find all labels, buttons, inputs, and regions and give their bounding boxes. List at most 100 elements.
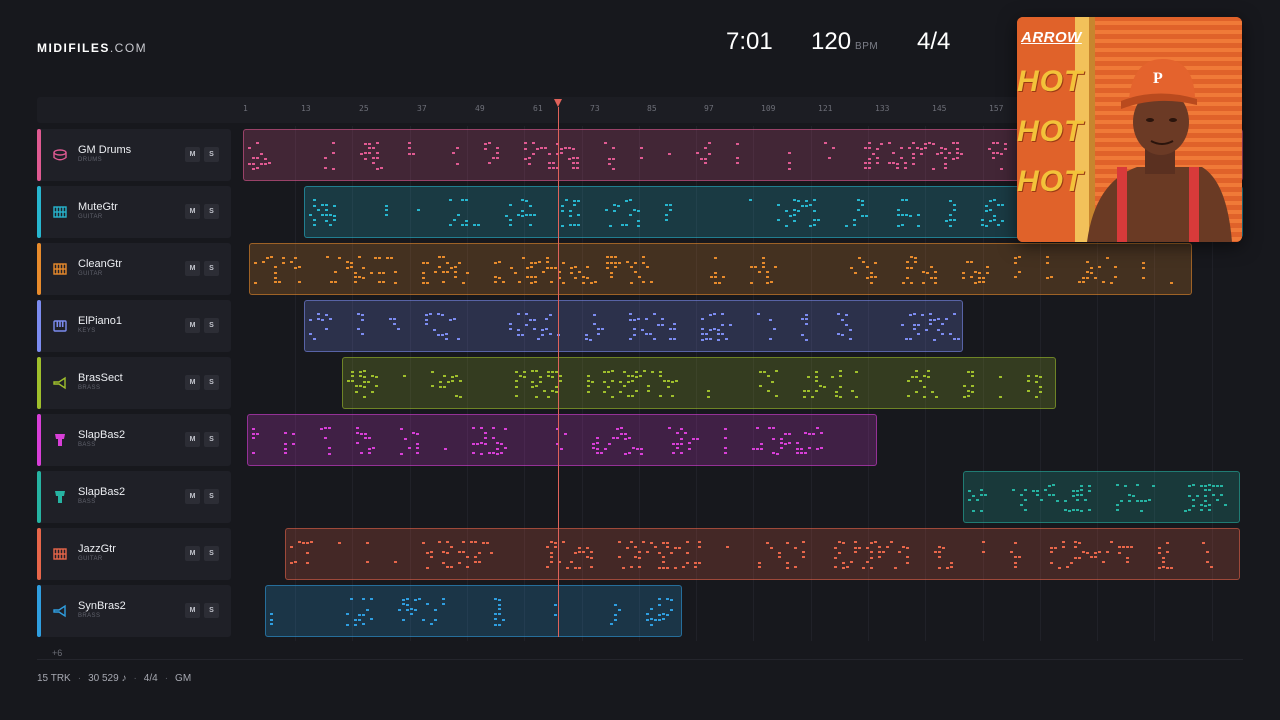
track-color-stripe bbox=[37, 129, 41, 181]
album-artist: ARROW bbox=[1021, 29, 1082, 46]
ruler-tick-label: 109 bbox=[761, 104, 776, 113]
track-count: 15 TRK bbox=[37, 673, 71, 684]
clip-notes bbox=[309, 313, 960, 341]
track-color-stripe bbox=[37, 300, 41, 352]
track-category: BRASS bbox=[78, 385, 101, 391]
midi-clip[interactable] bbox=[265, 585, 682, 637]
ruler-tick-label: 121 bbox=[818, 104, 833, 113]
clip-notes bbox=[968, 484, 1227, 512]
song-time-signature: 4/4 bbox=[917, 28, 951, 55]
bass-amp-icon bbox=[53, 490, 67, 504]
mute-button[interactable]: M bbox=[185, 546, 200, 561]
track-header[interactable]: ElPiano1 KEYS M S bbox=[37, 300, 231, 352]
ruler-tick-label: 13 bbox=[301, 104, 311, 113]
ruler-tick-label: 85 bbox=[647, 104, 657, 113]
solo-button[interactable]: S bbox=[204, 603, 219, 618]
song-duration: 7:01 bbox=[726, 28, 773, 55]
track-color-stripe bbox=[37, 471, 41, 523]
note-count: 30 529 ♪ bbox=[88, 673, 127, 684]
playhead[interactable] bbox=[558, 107, 559, 637]
track-header[interactable]: CleanGtr GUITAR M S bbox=[37, 243, 231, 295]
track-name: CleanGtr bbox=[78, 258, 123, 270]
track-category: BASS bbox=[78, 499, 96, 505]
track-name: BrasSect bbox=[78, 372, 123, 384]
solo-button[interactable]: S bbox=[204, 489, 219, 504]
clip-notes bbox=[252, 427, 823, 455]
clip-notes bbox=[347, 370, 1042, 398]
track-name: ElPiano1 bbox=[78, 315, 123, 327]
solo-button[interactable]: S bbox=[204, 147, 219, 162]
mute-button[interactable]: M bbox=[185, 147, 200, 162]
midi-clip[interactable] bbox=[249, 243, 1192, 295]
svg-text:P: P bbox=[1153, 70, 1163, 87]
clip-notes bbox=[254, 256, 1173, 284]
footer-divider bbox=[37, 659, 1243, 660]
drum-icon bbox=[53, 148, 67, 162]
solo-button[interactable]: S bbox=[204, 546, 219, 561]
track-header[interactable]: JazzGtr GUITAR M S bbox=[37, 528, 231, 580]
track-category: GUITAR bbox=[78, 271, 103, 277]
track-name: SynBras2 bbox=[78, 600, 126, 612]
mute-button[interactable]: M bbox=[185, 489, 200, 504]
track-category: BASS bbox=[78, 442, 96, 448]
guitar-fretboard-icon bbox=[53, 262, 67, 276]
mute-button[interactable]: M bbox=[185, 261, 200, 276]
midi-clip[interactable] bbox=[342, 357, 1056, 409]
ruler-tick-label: 37 bbox=[417, 104, 427, 113]
solo-button[interactable]: S bbox=[204, 204, 219, 219]
solo-button[interactable]: S bbox=[204, 432, 219, 447]
midi-clip[interactable] bbox=[304, 300, 963, 352]
track-color-stripe bbox=[37, 585, 41, 637]
mute-button[interactable]: M bbox=[185, 318, 200, 333]
track-color-stripe bbox=[37, 528, 41, 580]
site-logo[interactable]: MIDIFILES.COM bbox=[37, 41, 147, 55]
track-category: KEYS bbox=[78, 328, 96, 334]
track-name: SlapBas2 bbox=[78, 486, 126, 498]
track-name: JazzGtr bbox=[78, 543, 116, 555]
track-color-stripe bbox=[37, 357, 41, 409]
ruler-tick-label: 157 bbox=[989, 104, 1004, 113]
album-title-line-3: HOT bbox=[1017, 165, 1084, 198]
song-summary: 15 TRK · 30 529 ♪ · 4/4 · GM bbox=[37, 673, 192, 684]
track-header[interactable]: BrasSect BRASS M S bbox=[37, 357, 231, 409]
guitar-fretboard-icon bbox=[53, 547, 67, 561]
album-title-line-1: HOT bbox=[1017, 65, 1084, 98]
track-color-stripe bbox=[37, 414, 41, 466]
ruler-tick-label: 145 bbox=[932, 104, 947, 113]
solo-button[interactable]: S bbox=[204, 261, 219, 276]
midi-clip[interactable] bbox=[963, 471, 1240, 523]
track-header[interactable]: SlapBas2 BASS M S bbox=[37, 471, 231, 523]
tempo-unit: BPM bbox=[855, 41, 879, 52]
horn-icon bbox=[53, 604, 67, 618]
mute-button[interactable]: M bbox=[185, 375, 200, 390]
solo-button[interactable]: S bbox=[204, 318, 219, 333]
track-category: BRASS bbox=[78, 613, 101, 619]
ruler-tick-label: 61 bbox=[533, 104, 543, 113]
midi-standard: GM bbox=[175, 673, 192, 684]
bass-amp-icon bbox=[53, 433, 67, 447]
track-header[interactable]: SlapBas2 BASS M S bbox=[37, 414, 231, 466]
piano-keys-icon bbox=[53, 319, 67, 333]
logo-brand: MIDIFILES bbox=[37, 41, 110, 55]
ruler-tick-label: 49 bbox=[475, 104, 485, 113]
playhead-handle[interactable] bbox=[554, 99, 562, 107]
mute-button[interactable]: M bbox=[185, 603, 200, 618]
ruler-tick-label: 97 bbox=[704, 104, 714, 113]
clip-notes bbox=[270, 598, 673, 626]
mute-button[interactable]: M bbox=[185, 432, 200, 447]
horn-icon bbox=[53, 376, 67, 390]
track-color-stripe bbox=[37, 243, 41, 295]
mute-button[interactable]: M bbox=[185, 204, 200, 219]
track-category: GUITAR bbox=[78, 556, 103, 562]
midi-clip[interactable] bbox=[285, 528, 1240, 580]
clip-notes bbox=[290, 541, 1213, 569]
track-header[interactable]: GM Drums DRUMS M S bbox=[37, 129, 231, 181]
ruler-tick-label: 73 bbox=[590, 104, 600, 113]
track-category: GUITAR bbox=[78, 214, 103, 220]
more-tracks-indicator[interactable]: +6 bbox=[52, 648, 62, 658]
ruler-tick-label: 1 bbox=[243, 104, 248, 113]
midi-clip[interactable] bbox=[247, 414, 877, 466]
solo-button[interactable]: S bbox=[204, 375, 219, 390]
track-header[interactable]: MuteGtr GUITAR M S bbox=[37, 186, 231, 238]
track-header[interactable]: SynBras2 BRASS M S bbox=[37, 585, 231, 637]
